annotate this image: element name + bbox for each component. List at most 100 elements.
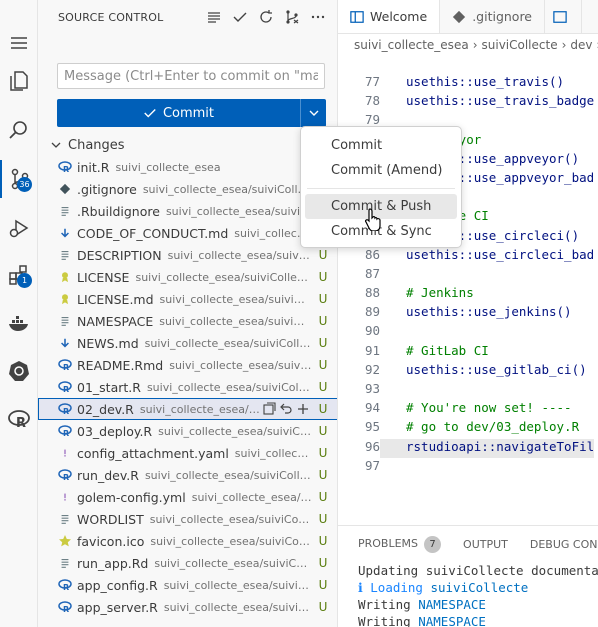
- file-status: U: [318, 248, 328, 262]
- changed-file-row[interactable]: LICENSE.md suivi_collecte_esea/suiviColle…: [38, 288, 337, 310]
- changed-file-row[interactable]: CODE_OF_CONDUCT.mdsuivi_collecte_...: [38, 222, 337, 244]
- file-status: U: [318, 556, 328, 570]
- commit-message-input[interactable]: [57, 63, 325, 89]
- line-text: [380, 381, 406, 400]
- changed-file-row[interactable]: R README.Rmd suivi_collecte_esea/suiviCo..…: [38, 354, 337, 376]
- changed-file-row[interactable]: run_app.Rd suivi_collecte_esea/suiviColle…: [38, 552, 337, 574]
- docker-icon[interactable]: [0, 304, 38, 342]
- changed-file-row[interactable]: NAMESPACE suivi_collecte_esea/suiviColl..…: [38, 310, 337, 332]
- search-icon[interactable]: [0, 111, 38, 149]
- changed-file-row[interactable]: .gitignore suivi_collecte_esea/suiviColle…: [38, 178, 337, 200]
- kubernetes-icon[interactable]: [0, 352, 38, 390]
- view-as-list-icon[interactable]: [203, 6, 225, 28]
- editor-tabs: Welcome .gitignore: [338, 0, 598, 34]
- tab-gitignore[interactable]: .gitignore: [440, 0, 546, 33]
- tab-welcome-label: Welcome: [370, 9, 428, 24]
- output-line-text: NAMESPACE: [418, 614, 486, 627]
- commit-check-icon[interactable]: [229, 6, 251, 28]
- file-status: U: [318, 358, 328, 372]
- explorer-icon[interactable]: [0, 62, 38, 100]
- output-line-text: suiviCollecte: [430, 580, 529, 595]
- changed-file-row[interactable]: DESCRIPTION suivi_collecte_esea/suiviColl…: [38, 244, 337, 266]
- file-name: run_dev.R: [77, 467, 139, 483]
- r-file-icon: R: [58, 160, 72, 174]
- file-path: suivi_collecte_esea/suiviCo...: [169, 358, 312, 372]
- yaml-icon: [58, 446, 72, 460]
- menu-item-commit[interactable]: Commit: [305, 133, 457, 158]
- commit-button-label: Commit: [162, 105, 215, 121]
- menu-icon[interactable]: [0, 24, 38, 62]
- tab-welcome[interactable]: Welcome: [338, 0, 441, 33]
- changed-file-row[interactable]: R 03_deploy.R suivi_collecte_esea/suiviCol…: [38, 420, 337, 442]
- stage-changes-icon[interactable]: [296, 402, 310, 416]
- r-file-icon: R: [58, 578, 72, 592]
- extensions-icon[interactable]: 1: [0, 256, 38, 294]
- file-status: U: [318, 402, 328, 416]
- changed-file-row[interactable]: WORDLIST suivi_collecte_esea/suiviCollec.…: [38, 508, 337, 530]
- run-debug-icon[interactable]: [0, 209, 38, 247]
- open-file-icon[interactable]: [262, 402, 276, 416]
- file-name: LICENSE.md: [77, 291, 154, 307]
- changed-file-row[interactable]: Rrun_dev.R suivi_collecte_esea/suiviColle…: [38, 464, 337, 486]
- changed-file-row[interactable]: golem-config.yml suivi_collecte_esea/sui.…: [38, 486, 337, 508]
- file-name: .gitignore: [77, 181, 137, 197]
- changed-file-row[interactable]: NEWS.md suivi_collecte_esea/suiviCollecte…: [38, 332, 337, 354]
- git-icon: [453, 10, 466, 23]
- file-status: U: [318, 270, 328, 284]
- line-text: usethis::use_circleci_bad: [406, 246, 595, 262]
- line-number: 87: [364, 265, 380, 281]
- line-number: 96: [364, 438, 380, 454]
- refresh-icon[interactable]: [255, 6, 277, 28]
- tab-overflow[interactable]: [545, 0, 583, 33]
- changed-file-row[interactable]: Rapp_config.R suivi_collecte_esea/suiviCo…: [38, 574, 337, 596]
- changes-list: Rinit.R suivi_collecte_esea .gitignore suiv…: [38, 156, 337, 618]
- panel-tabs: PROBLEMS 7 OUTPUT DEBUG CONSO: [338, 526, 598, 562]
- changed-file-row[interactable]: R 02_dev.R suivi_collecte_esea/s... U: [38, 398, 337, 420]
- tab-debug-console[interactable]: DEBUG CONSO: [530, 538, 598, 551]
- changes-label: Changes: [68, 137, 125, 153]
- text-file-icon: [58, 204, 72, 218]
- svg-text:R: R: [63, 407, 69, 416]
- changed-file-row[interactable]: LICENSE suivi_collecte_esea/suiviCollecte…: [38, 266, 337, 288]
- code-line: 96 rstudioapi::navigateToFil: [338, 438, 598, 458]
- menu-item-commit-amend[interactable]: Commit (Amend): [305, 158, 457, 183]
- line-number: 88: [364, 285, 380, 301]
- file-path: suivi_collecte_esea/suiviCollec...: [154, 556, 312, 570]
- line-number: 86: [364, 246, 380, 262]
- line-number: 92: [364, 361, 380, 377]
- tab-output[interactable]: OUTPUT: [463, 538, 508, 551]
- file-status: U: [318, 446, 328, 460]
- changed-file-row[interactable]: R 01_start.R suivi_collecte_esea/suiviColl…: [38, 376, 337, 398]
- changed-file-row[interactable]: .Rbuildignore suivi_collecte_esea/suiviCo…: [38, 200, 337, 222]
- r-icon[interactable]: R: [0, 400, 38, 438]
- file-path: suivi_collecte_esea/suiviCollec...: [150, 534, 312, 548]
- changed-file-row[interactable]: config_attachment.yaml suivi_collecte_e..…: [38, 442, 337, 464]
- problems-count-badge: 7: [424, 535, 442, 553]
- branch-graph-icon[interactable]: [281, 6, 303, 28]
- breadcrumb-item[interactable]: dev: [570, 38, 592, 52]
- tab-problems[interactable]: PROBLEMS 7: [358, 535, 442, 553]
- chevron-down-icon: [309, 110, 318, 116]
- git-icon: [58, 182, 72, 196]
- breadcrumb-item[interactable]: suivi_collecte_esea: [354, 38, 469, 52]
- file-path: suivi_collecte_esea/suiviCollect...: [146, 380, 312, 394]
- source-control-title: SOURCE CONTROL: [58, 10, 164, 24]
- changed-file-row[interactable]: favicon.ico suivi_collecte_esea/suiviColl…: [38, 530, 337, 552]
- svg-text:R: R: [63, 583, 69, 592]
- more-actions-icon[interactable]: [307, 6, 329, 28]
- file-status: U: [318, 336, 328, 350]
- output-line: ℹ Loading suiviCollecte: [358, 579, 598, 596]
- source-control-icon[interactable]: 36: [0, 160, 38, 198]
- code-line: 78 usethis::use_travis_badge: [338, 93, 598, 112]
- source-control-header: SOURCE CONTROL: [38, 0, 337, 34]
- commit-button[interactable]: Commit: [57, 99, 300, 127]
- output-line-prefix: Writing: [358, 597, 419, 612]
- changed-file-row[interactable]: Rinit.R suivi_collecte_esea: [38, 156, 337, 178]
- discard-changes-icon[interactable]: [279, 402, 293, 416]
- source-control-badge: 36: [17, 177, 32, 192]
- file-status: U: [318, 490, 328, 504]
- breadcrumb-item[interactable]: suiviCollecte: [482, 38, 558, 52]
- commit-dropdown-button[interactable]: [300, 99, 326, 127]
- changes-section-header[interactable]: Changes: [38, 134, 337, 156]
- changed-file-row[interactable]: Rapp_server.R suivi_collecte_esea/suiviCo…: [38, 596, 337, 618]
